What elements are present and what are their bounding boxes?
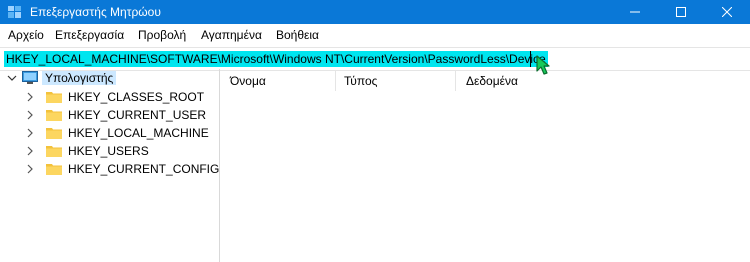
folder-icon [46,91,62,103]
chevron-right-icon[interactable] [24,91,36,103]
column-divider[interactable] [455,71,456,91]
minimize-icon [630,11,640,13]
tree-node-computer[interactable]: Υπολογιστής [6,69,117,87]
folder-icon [46,145,62,157]
column-header-name[interactable]: Όνομα [230,69,266,93]
tree-node-label: HKEY_LOCAL_MACHINE [68,126,209,140]
address-input[interactable]: HKEY_LOCAL_MACHINE\SOFTWARE\Microsoft\Wi… [4,51,548,67]
folder-icon [46,163,62,175]
menu-file[interactable]: Αρχείο [8,28,44,42]
title-bar: Επεξεργαστής Μητρώου [0,0,750,24]
tree-node-label: HKEY_CURRENT_USER [68,108,207,122]
chevron-right-icon[interactable] [24,127,36,139]
values-list: Όνομα Τύπος Δεδομένα [220,69,750,262]
tree-node-hkcc[interactable]: HKEY_CURRENT_CONFIG [24,160,219,178]
folder-icon [46,109,62,121]
chevron-right-icon[interactable] [24,163,36,175]
close-icon [722,7,732,17]
folder-icon [46,127,62,139]
tree-node-hku[interactable]: HKEY_USERS [24,142,149,160]
tree-node-label: Υπολογιστής [42,71,117,85]
minimize-button[interactable] [612,0,658,24]
chevron-right-icon[interactable] [24,109,36,121]
menu-view[interactable]: Προβολή [138,28,186,42]
menu-edit[interactable]: Επεξεργασία [55,28,124,42]
regedit-icon [8,6,21,18]
tree-node-label: HKEY_USERS [68,144,149,158]
tree-node-label: HKEY_CURRENT_CONFIG [68,162,220,176]
address-bar: HKEY_LOCAL_MACHINE\SOFTWARE\Microsoft\Wi… [0,47,750,71]
chevron-right-icon[interactable] [24,145,36,157]
maximize-button[interactable] [658,0,704,24]
menu-help[interactable]: Βοήθεια [276,28,319,42]
tree-node-label: HKEY_CLASSES_ROOT [68,90,205,104]
column-header-data[interactable]: Δεδομένα [466,69,518,93]
chevron-down-icon[interactable] [6,72,18,84]
tree-node-hkcr[interactable]: HKEY_CLASSES_ROOT [24,88,204,106]
menu-bar: Αρχείο Επεξεργασία Προβολή Αγαπημένα Βοή… [0,24,750,46]
tree-node-hklm[interactable]: HKEY_LOCAL_MACHINE [24,124,209,142]
registry-tree: Υπολογιστής HKEY_CLASSES_ROOT HKEY_CURRE… [0,69,219,262]
computer-icon [22,71,38,85]
column-divider[interactable] [335,71,336,91]
tree-node-hkcu[interactable]: HKEY_CURRENT_USER [24,106,206,124]
close-button[interactable] [704,0,750,24]
column-header-type[interactable]: Τύπος [344,69,377,93]
maximize-icon [676,7,686,17]
text-caret [530,51,531,67]
menu-favorites[interactable]: Αγαπημένα [201,28,262,42]
window-title: Επεξεργαστής Μητρώου [30,5,161,19]
